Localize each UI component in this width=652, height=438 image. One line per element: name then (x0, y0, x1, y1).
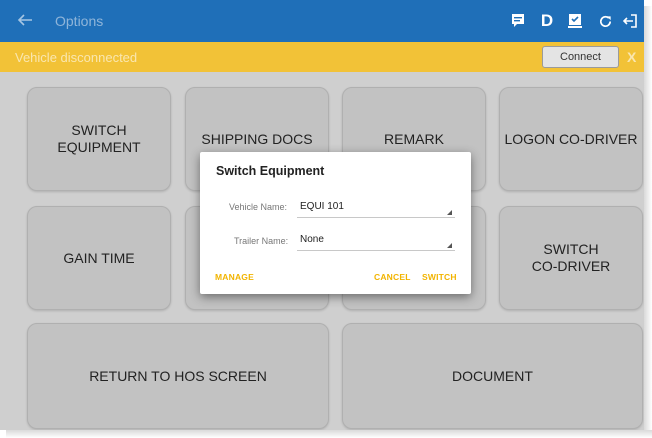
dialog-title: Switch Equipment (216, 164, 325, 178)
logout-icon[interactable] (621, 11, 639, 31)
logon-co-driver-tile[interactable]: LOGON CO-DRIVER (499, 87, 643, 191)
gain-time-tile[interactable]: GAIN TIME (27, 206, 171, 310)
trailer-dropdown-icon[interactable] (447, 243, 452, 248)
connect-button[interactable]: Connect (542, 46, 619, 68)
close-banner-button[interactable]: X (627, 49, 636, 65)
vehicle-name-underline (297, 217, 455, 218)
switch-button[interactable]: SWITCH (422, 272, 457, 282)
manage-button[interactable]: MANAGE (215, 272, 254, 282)
switch-co-driver-tile[interactable]: SWITCH CO-DRIVER (499, 206, 643, 310)
banner-text: Vehicle disconnected (15, 50, 138, 65)
trailer-name-underline (297, 250, 455, 251)
app-frame: Options D Vehicle disconnected Connect X… (0, 0, 652, 438)
cancel-button[interactable]: CANCEL (374, 272, 411, 282)
document-tile[interactable]: DOCUMENT (342, 323, 643, 429)
d-indicator[interactable]: D (540, 11, 554, 31)
top-bar: Options D (0, 0, 644, 42)
trailer-name-label: Trailer Name: (234, 236, 289, 246)
page-title: Options (55, 13, 104, 29)
vehicle-dropdown-icon[interactable] (447, 210, 452, 215)
screen: Options D Vehicle disconnected Connect X… (0, 0, 644, 430)
switch-equipment-dialog: Switch Equipment Vehicle Name: EQUI 101 … (200, 152, 471, 294)
chat-icon[interactable] (509, 11, 527, 31)
back-arrow-icon[interactable] (16, 11, 34, 29)
return-to-hos-tile[interactable]: RETURN TO HOS SCREEN (27, 323, 329, 429)
device-shadow-bottom (6, 430, 652, 438)
trailer-name-value[interactable]: None (300, 234, 324, 245)
inspection-icon[interactable] (566, 11, 584, 31)
vehicle-name-value[interactable]: EQUI 101 (300, 201, 344, 212)
sync-icon[interactable] (597, 11, 613, 31)
device-shadow-right (644, 6, 652, 438)
switch-equipment-tile[interactable]: SWITCH EQUIPMENT (27, 87, 171, 191)
vehicle-name-label: Vehicle Name: (229, 202, 288, 212)
